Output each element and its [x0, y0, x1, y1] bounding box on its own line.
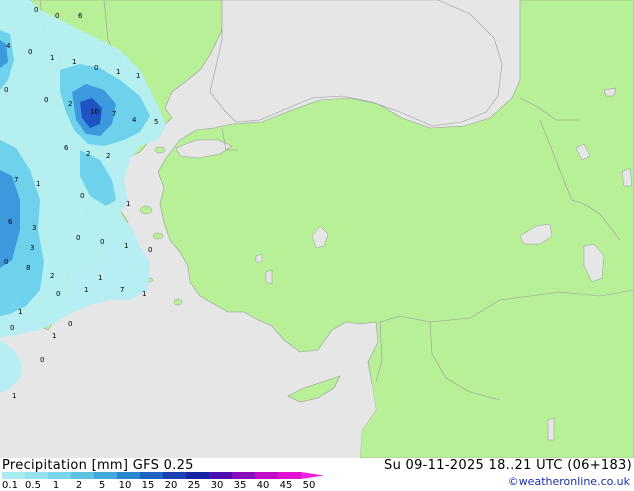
legend-color-bar — [2, 472, 324, 479]
credit-link[interactable]: ©weatheronline.co.uk — [508, 475, 630, 488]
legend-tick: 1 — [52, 480, 60, 491]
precip-value-label: 6 — [8, 218, 13, 226]
precip-value-label: 7 — [112, 110, 116, 118]
precip-value-label: 0 — [28, 48, 32, 56]
precip-value-label: 0 — [4, 258, 8, 266]
precip-value-label: 8 — [26, 264, 30, 272]
legend-swatch — [140, 472, 163, 479]
precip-value-label: 0 — [68, 320, 72, 328]
precip-value-label: 0 — [40, 356, 44, 364]
product-title: Precipitation [mm] GFS 0.25 — [2, 458, 194, 473]
legend-swatch — [117, 472, 140, 479]
legend-swatch — [232, 472, 255, 479]
legend-swatch — [186, 472, 209, 479]
precip-value-label: 0 — [94, 64, 98, 72]
precip-value-label: 1 — [12, 392, 16, 400]
precip-value-label: 3 — [32, 224, 36, 232]
precip-value-label: 6 — [64, 144, 69, 152]
legend-tick: 20 — [164, 480, 178, 491]
valid-time: Su 09-11-2025 18..21 UTC (06+183) — [384, 458, 632, 473]
precip-value-label: 0 — [100, 238, 104, 246]
legend-tick: 30 — [210, 480, 224, 491]
precip-value-label: 1 — [124, 242, 128, 250]
legend-swatch — [301, 472, 324, 479]
precip-value-label: 4 — [6, 42, 11, 50]
precip-value-label: 1 — [72, 58, 76, 66]
precip-value-label: 5 — [154, 118, 158, 126]
precip-value-label: 1 — [52, 332, 56, 340]
map-footer: Precipitation [mm] GFS 0.25 Su 09-11-202… — [0, 458, 634, 491]
precip-value-label: 2 — [86, 150, 90, 158]
precip-value-label: 1 — [36, 180, 40, 188]
precip-value-label: 1 — [18, 308, 22, 316]
precip-value-label: 3 — [30, 244, 34, 252]
precip-value-label: 0 — [10, 324, 14, 332]
precip-value-label: 2 — [106, 152, 110, 160]
legend-swatch — [48, 472, 71, 479]
precip-value-label: 1 — [84, 286, 88, 294]
legend-swatch — [94, 472, 117, 479]
precip-value-label: 0 — [44, 96, 48, 104]
precip-value-label: 2 — [50, 272, 54, 280]
legend-tick-labels: 0.1 0.5 1 2 5 10 15 20 25 30 35 40 45 50 — [0, 480, 340, 491]
legend-tick: 0.5 — [25, 480, 41, 491]
precip-value-label: 2 — [68, 100, 72, 108]
precip-value-label: 1 — [142, 290, 146, 298]
precip-value-label: 1 — [98, 274, 102, 282]
legend-tick: 0.1 — [2, 480, 18, 491]
precip-value-label: 0 — [76, 234, 80, 242]
precip-value-label: 6 — [78, 12, 83, 20]
legend-tick: 25 — [187, 480, 201, 491]
legend-swatch — [2, 472, 25, 479]
legend-tick: 45 — [279, 480, 293, 491]
precip-value-label: 0 — [80, 192, 84, 200]
legend-swatch — [255, 472, 278, 479]
legend-tick: 5 — [98, 480, 106, 491]
precip-value-label: 1 — [126, 200, 130, 208]
legend-swatch — [278, 472, 301, 479]
legend-swatch — [209, 472, 232, 479]
precip-value-label: 0 — [4, 86, 8, 94]
legend-swatch — [163, 472, 186, 479]
precip-value-label: 0 — [56, 290, 60, 298]
precip-value-label: 7 — [14, 176, 18, 184]
legend-tick: 40 — [256, 480, 270, 491]
legend-tick: 50 — [302, 480, 316, 491]
precip-value-label: 7 — [120, 286, 124, 294]
precip-value-label: 10 — [90, 108, 99, 116]
legend-swatch — [71, 472, 94, 479]
legend-tick: 2 — [75, 480, 83, 491]
precip-value-label: 0 — [34, 6, 38, 14]
legend-tick: 10 — [118, 480, 132, 491]
precip-value-label: 1 — [136, 72, 140, 80]
weather-map[interactable]: 00 6401 10 1 100 210 74 562 27 163010 0 1 0082110701… — [0, 0, 634, 458]
legend-tick: 15 — [141, 480, 155, 491]
legend-tick: 35 — [233, 480, 247, 491]
precip-value-label: 1 — [116, 68, 120, 76]
precip-value-label: 0 — [148, 246, 152, 254]
precip-value-label: 4 — [132, 116, 137, 124]
precip-value-label: 0 — [55, 12, 59, 20]
legend-swatch — [25, 472, 48, 479]
precip-value-label: 1 — [50, 54, 54, 62]
